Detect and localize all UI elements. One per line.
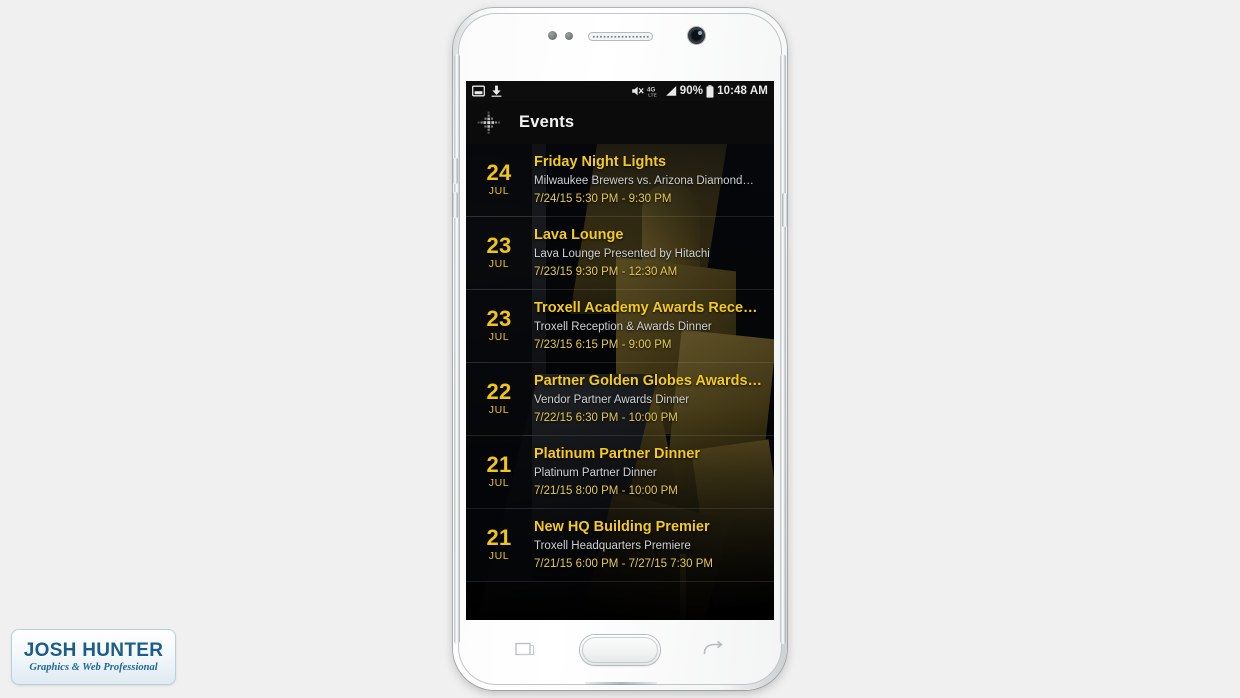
front-camera-icon — [688, 27, 705, 44]
event-month: JUL — [488, 477, 510, 489]
watermark-subtitle: Graphics & Web Professional — [29, 661, 158, 673]
event-date-badge: 23 JUL — [466, 217, 532, 289]
volume-up-button[interactable] — [453, 158, 458, 184]
watermark-logo: JOSH HUNTER Graphics & Web Professional — [12, 630, 175, 684]
screenshot-canvas: 4G LTE 90% 10:48 AM Events 24 JUL Friday… — [0, 0, 1240, 698]
event-details: Partner Golden Globes Awards… Vendor Part… — [532, 372, 774, 427]
event-title: New HQ Building Premier — [534, 518, 710, 535]
event-time-range: 7/24/15 5:30 PM - 9:30 PM — [534, 192, 672, 205]
event-subtitle: Milwaukee Brewers vs. Arizona Diamond… — [534, 174, 754, 187]
earpiece-grille — [592, 35, 649, 38]
event-subtitle: Troxell Reception & Awards Dinner — [534, 320, 712, 333]
event-title: Lava Lounge — [534, 226, 624, 243]
event-title: Platinum Partner Dinner — [534, 445, 700, 462]
events-list[interactable]: 24 JUL Friday Night Lights Milwaukee Brewer… — [466, 144, 774, 620]
light-sensor-icon — [565, 32, 573, 40]
status-bar-clock: 10:48 AM — [717, 85, 768, 97]
phone-right-rail — [780, 54, 786, 644]
back-button[interactable] — [702, 641, 724, 657]
event-details: Friday Night Lights Milwaukee Brewers vs.… — [532, 153, 774, 208]
event-details: Troxell Academy Awards Rece… Troxell Rece… — [532, 299, 774, 354]
svg-text:LTE: LTE — [648, 93, 657, 97]
event-subtitle: Vendor Partner Awards Dinner — [534, 393, 690, 406]
event-day: 23 — [486, 306, 512, 331]
status-bar-notifications — [472, 85, 502, 97]
event-row[interactable]: 22 JUL Partner Golden Globes Awards… Vendor… — [466, 363, 774, 436]
event-title: Friday Night Lights — [534, 153, 667, 170]
event-day: 22 — [486, 379, 512, 404]
event-row[interactable]: 21 JUL New HQ Building Premier Troxell Head… — [466, 509, 774, 582]
signal-bars-icon — [665, 85, 677, 97]
event-month: JUL — [488, 185, 510, 197]
event-row[interactable]: 23 JUL Lava Lounge Lava Lounge Presented by… — [466, 217, 774, 290]
event-title: Troxell Academy Awards Rece… — [534, 299, 758, 316]
event-month: JUL — [488, 258, 510, 270]
event-title: Partner Golden Globes Awards… — [534, 372, 763, 389]
proximity-sensor-icon — [548, 31, 557, 40]
event-date-badge: 21 JUL — [466, 509, 532, 581]
event-month: JUL — [488, 404, 510, 416]
4g-lte-icon: 4G LTE — [647, 85, 662, 97]
event-details: New HQ Building Premier Troxell Headquart… — [532, 518, 774, 573]
event-date-badge: 24 JUL — [466, 144, 532, 216]
event-rows-container: 24 JUL Friday Night Lights Milwaukee Brewer… — [466, 144, 774, 582]
phone-screen: 4G LTE 90% 10:48 AM Events 24 JUL Friday… — [466, 81, 774, 620]
event-time-range: 7/21/15 6:00 PM - 7/27/15 7:30 PM — [534, 557, 714, 570]
volume-down-button[interactable] — [453, 192, 458, 218]
event-date-badge: 23 JUL — [466, 290, 532, 362]
status-bar-indicators: 4G LTE 90% 10:48 AM — [631, 84, 768, 98]
event-time-range: 7/23/15 6:15 PM - 9:00 PM — [534, 338, 672, 351]
event-time-range: 7/21/15 8:00 PM - 10:00 PM — [534, 484, 678, 497]
earpiece-speaker — [588, 32, 653, 41]
power-button[interactable] — [782, 193, 787, 227]
image-icon — [472, 85, 485, 97]
event-date-badge: 22 JUL — [466, 363, 532, 435]
event-subtitle: Lava Lounge Presented by Hitachi — [534, 247, 710, 260]
home-button[interactable] — [580, 635, 660, 665]
event-row[interactable]: 21 JUL Platinum Partner Dinner Platinum Par… — [466, 436, 774, 509]
event-month: JUL — [488, 331, 510, 343]
event-day: 24 — [486, 160, 512, 185]
event-subtitle: Platinum Partner Dinner — [534, 466, 657, 479]
event-day: 23 — [486, 233, 512, 258]
battery-percent-label: 90% — [679, 85, 704, 97]
event-date-badge: 21 JUL — [466, 436, 532, 508]
event-month: JUL — [488, 550, 510, 562]
event-row[interactable]: 24 JUL Friday Night Lights Milwaukee Brewer… — [466, 144, 774, 217]
download-icon — [491, 85, 502, 97]
app-bar-title: Events — [519, 113, 575, 131]
event-day: 21 — [486, 452, 512, 477]
recent-apps-button[interactable] — [515, 641, 535, 657]
event-details: Lava Lounge Lava Lounge Presented by Hita… — [532, 226, 774, 281]
event-time-range: 7/22/15 6:30 PM - 10:00 PM — [534, 411, 678, 424]
event-subtitle: Troxell Headquarters Premiere — [534, 539, 691, 552]
status-bar: 4G LTE 90% 10:48 AM — [466, 81, 774, 101]
app-bar: Events — [466, 101, 774, 144]
event-row[interactable]: 23 JUL Troxell Academy Awards Rece… Troxell… — [466, 290, 774, 363]
event-details: Platinum Partner Dinner Platinum Partner … — [532, 445, 774, 500]
battery-icon — [706, 84, 714, 98]
phone-left-rail — [454, 54, 460, 644]
bottom-speaker-slot — [585, 682, 657, 685]
event-day: 21 — [486, 525, 512, 550]
event-time-range: 7/23/15 9:30 PM - 12:30 AM — [534, 265, 678, 278]
dotted-compass-logo-icon[interactable] — [476, 110, 502, 136]
mute-icon — [631, 85, 644, 97]
watermark-title: JOSH HUNTER — [23, 639, 164, 661]
